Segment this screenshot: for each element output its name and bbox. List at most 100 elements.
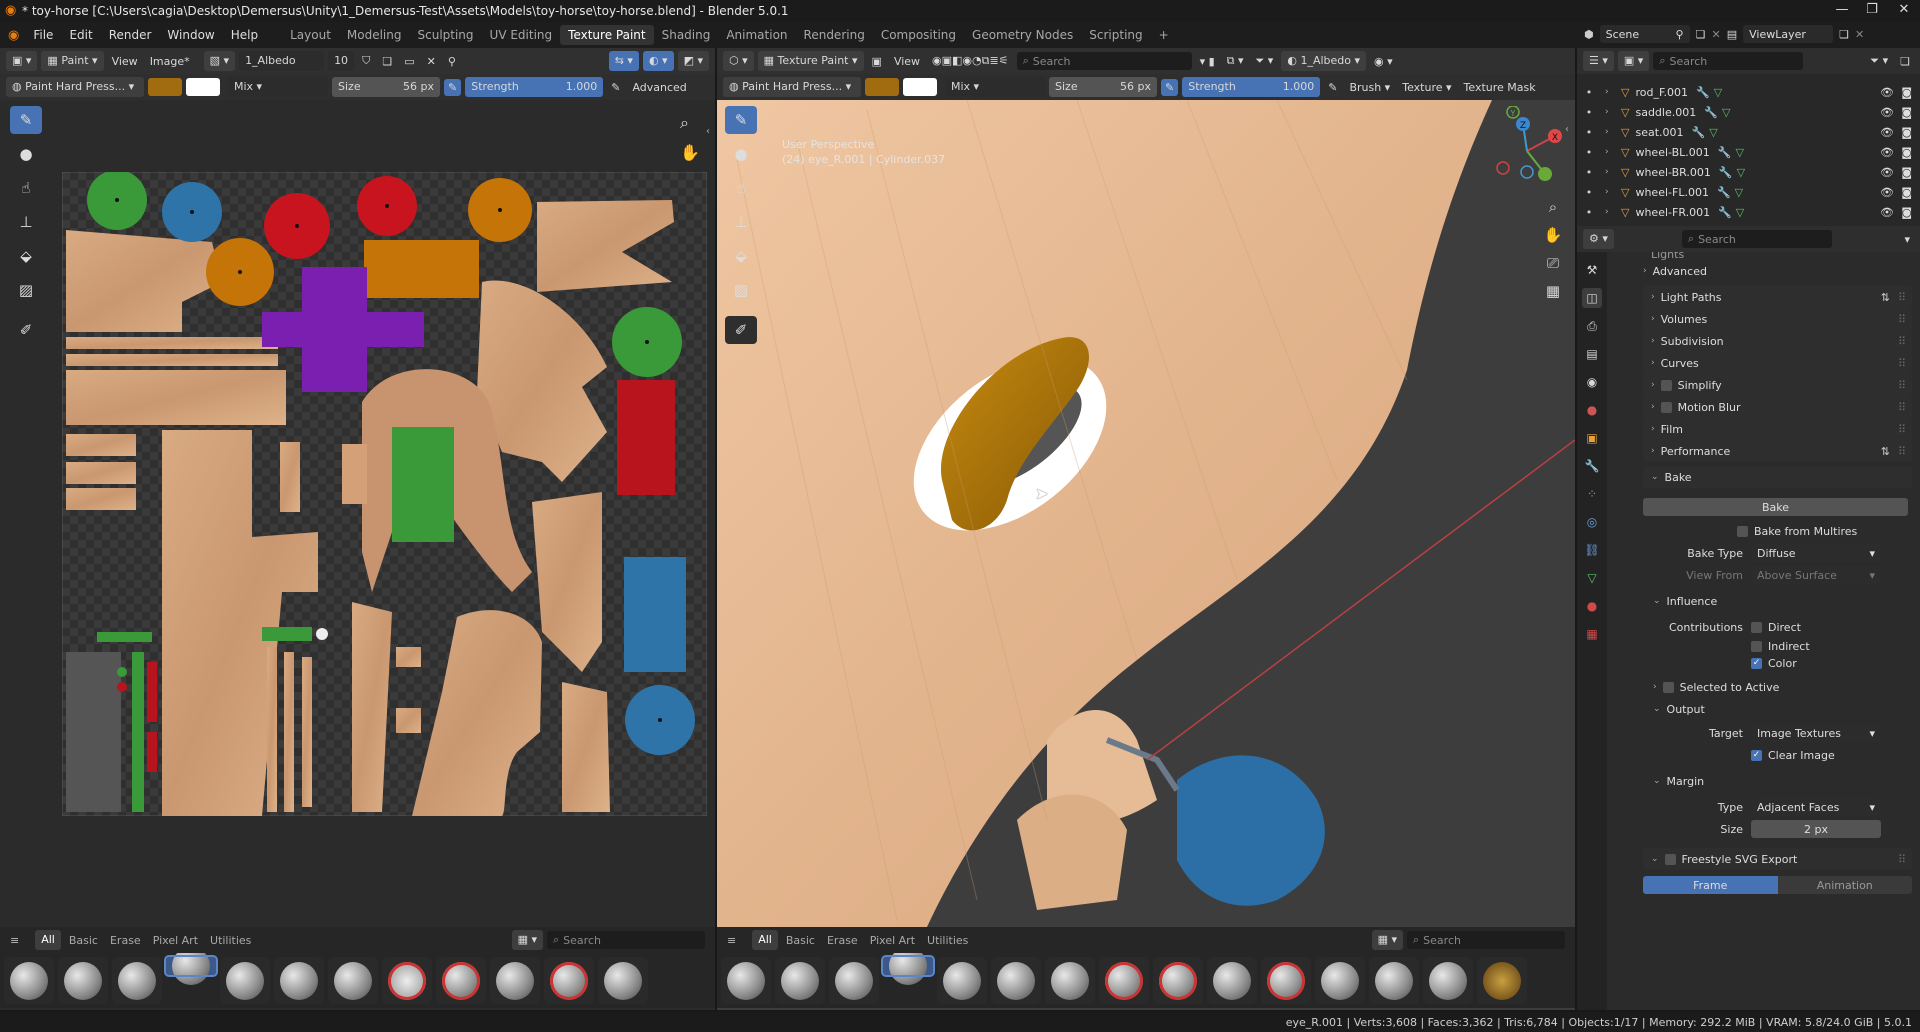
brush-tab-all[interactable]: All — [35, 930, 61, 950]
bake-panel-header[interactable]: ⌄ Bake — [1643, 466, 1912, 488]
brush-thumbnail[interactable] — [1423, 957, 1473, 1004]
asset-shelf-menu-icon[interactable]: ≡ — [10, 934, 19, 947]
fake-user-shield-icon[interactable]: ⛉ — [358, 52, 374, 70]
uv-sync-icon[interactable]: ⇆ ▾ — [608, 51, 639, 71]
brush-thumbnail[interactable] — [544, 957, 594, 1004]
duplicate-image-icon[interactable]: ❏ — [378, 53, 396, 70]
pin-icon[interactable]: ⚲ — [1676, 28, 1684, 41]
expand-chevron-icon[interactable]: › — [1605, 207, 1621, 217]
panel-header-subdivision[interactable]: › Subdivision ⠿ — [1643, 330, 1912, 352]
drag-handle-icon[interactable]: ⠿ — [1898, 853, 1906, 866]
pan-icon[interactable]: ✋ — [1539, 226, 1567, 254]
workspace-tab-animation[interactable]: Animation — [718, 25, 795, 45]
brush-thumbnail[interactable] — [436, 957, 486, 1004]
panel-header-simplify[interactable]: › Simplify ⠿ — [1643, 374, 1912, 396]
brush-thumbnail[interactable] — [598, 957, 648, 1004]
freestyle-svg-panel-header[interactable]: ⌄ Freestyle SVG Export ⠿ — [1643, 848, 1912, 870]
menu-window[interactable]: Window — [159, 28, 222, 42]
panel-header-performance[interactable]: › Performance ⇅ ⠿ — [1643, 440, 1912, 462]
camera-render-icon[interactable]: ◙ — [1901, 206, 1912, 219]
image-users-count[interactable]: 10 — [328, 51, 355, 71]
display-channels-icon[interactable]: ◩ ▾ — [677, 51, 709, 71]
camera-render-icon[interactable]: ◙ — [1901, 166, 1912, 179]
fill-tool-icon[interactable]: ⬙ — [10, 242, 42, 270]
viewport-shading-icon[interactable]: ◉ ▾ — [1370, 53, 1397, 70]
expand-chevron-icon[interactable]: › — [1605, 187, 1621, 197]
size-pressure-icon[interactable]: ✎ — [444, 78, 462, 96]
sidebar-toggle-icon[interactable]: ‹ — [706, 126, 710, 137]
drag-handle-icon[interactable]: ⠿ — [1898, 291, 1906, 304]
scene-selector[interactable]: Scene ⚲ — [1599, 25, 1690, 43]
margin-type-dropdown[interactable]: Adjacent Faces ▾ — [1751, 798, 1881, 816]
workspace-tab-uv-editing[interactable]: UV Editing — [482, 25, 561, 45]
particles-tab-icon[interactable]: ⁘ — [1582, 484, 1602, 504]
add-workspace-button[interactable]: + — [1151, 25, 1177, 45]
panel-header-volumes[interactable]: › Volumes ⠿ — [1643, 308, 1912, 330]
drag-handle-icon[interactable]: ⠿ — [1898, 313, 1906, 326]
display-mode-icon[interactable]: ▣ ▾ — [1617, 51, 1650, 71]
outliner-item[interactable]: • › ▽ wheel-BR.001 🔧 ▽ 👁 ◙ — [1577, 162, 1920, 182]
brush-tab-pixel-art[interactable]: Pixel Art — [866, 932, 919, 949]
outliner-item[interactable]: • › ▽ wheel-FR.001 🔧 ▽ 👁 ◙ — [1577, 202, 1920, 222]
viewport-sidebar-toggle-icon[interactable]: ‹ — [1565, 124, 1569, 135]
texture-menu[interactable]: Texture ▾ — [1398, 79, 1455, 96]
smear-tool-icon[interactable]: ☝ — [725, 174, 757, 202]
viewport-brush-selector[interactable]: ◍ Paint Hard Press... ▾ — [723, 77, 861, 97]
brush-thumbnail[interactable] — [1261, 957, 1311, 1004]
color-row[interactable]: ✓ Color — [1643, 654, 1912, 672]
brush-thumbnail[interactable] — [1369, 957, 1419, 1004]
visibility-dot-icon[interactable]: • — [1577, 146, 1601, 159]
brush-thumbnail[interactable] — [1099, 957, 1149, 1004]
editor-type-image-icon[interactable]: ▣ ▾ — [6, 51, 38, 71]
brush-search-input[interactable]: ⌕ Search — [547, 931, 705, 949]
brush-thumbnail[interactable] — [1045, 957, 1095, 1004]
influence-subpanel[interactable]: ⌄ Influence — [1643, 590, 1912, 612]
view-layer-selector[interactable]: ViewLayer — [1743, 25, 1834, 43]
menu-render[interactable]: Render — [101, 28, 160, 42]
soften-tool-icon[interactable]: ● — [10, 140, 42, 168]
brush-tab-erase[interactable]: Erase — [106, 932, 145, 949]
camera-icon[interactable]: ⎚ — [1539, 254, 1567, 282]
brush-menu[interactable]: Brush ▾ — [1345, 79, 1394, 96]
filter-icon[interactable]: ⏷ ▾ — [1252, 52, 1278, 70]
viewport-view-menu[interactable]: View — [890, 53, 924, 70]
drag-handle-icon[interactable]: ⠿ — [1898, 379, 1906, 392]
outliner-item[interactable]: • › ▽ rod_F.001 🔧 ▽ 👁 ◙ — [1577, 82, 1920, 102]
brush-thumbnail[interactable] — [1207, 957, 1257, 1004]
display-filter-icon[interactable]: ⧉ ▾ — [1223, 52, 1248, 70]
brush-thumbnail[interactable] — [775, 957, 825, 1004]
viewport-scene[interactable] — [717, 100, 1575, 927]
bake-button[interactable]: Bake — [1643, 498, 1908, 516]
navigation-gizmo[interactable]: X Z Y — [1487, 106, 1567, 196]
brush-thumbnail[interactable] — [382, 957, 432, 1004]
target-dropdown[interactable]: Image Textures ▾ — [1751, 724, 1881, 742]
brush-thumbnail-selected[interactable] — [881, 953, 935, 985]
brush-thumbnail[interactable] — [1477, 957, 1527, 1004]
workspace-tab-layout[interactable]: Layout — [282, 25, 339, 45]
presets-icon[interactable]: ⇅ — [1881, 445, 1890, 458]
workspace-tab-texture-paint[interactable]: Texture Paint — [560, 25, 654, 45]
pan-view-icon[interactable]: ✋ — [680, 143, 700, 162]
mask-toggle-icon[interactable]: ▣ — [868, 53, 886, 70]
overlays-icon[interactable]: ◐ ▾ — [642, 51, 674, 71]
zoom-view-icon[interactable]: ⌕ — [680, 113, 689, 133]
fill-tool-icon[interactable]: ⬙ — [725, 242, 757, 270]
indirect-row[interactable]: Indirect — [1643, 638, 1912, 654]
secondary-color-swatch[interactable] — [903, 78, 937, 96]
display-options-icon[interactable]: ▦ ▾ — [1371, 930, 1403, 950]
drag-handle-icon[interactable]: ⠿ — [1898, 357, 1906, 370]
brush-tab-all[interactable]: All — [752, 930, 778, 950]
image-name-field[interactable]: 1_Albedo — [239, 51, 325, 71]
brush-thumbnail[interactable] — [991, 957, 1041, 1004]
brush-size-field[interactable]: Size 56 px — [1049, 77, 1157, 97]
eye-icon[interactable]: 👁 — [1880, 206, 1894, 219]
brush-search-input[interactable]: ⌕ Search — [1407, 931, 1565, 949]
brush-tab-basic[interactable]: Basic — [782, 932, 819, 949]
texture-mask-menu[interactable]: Texture Mask — [1460, 79, 1540, 96]
minimize-icon[interactable]: — — [1827, 2, 1857, 17]
pin-image-icon[interactable]: ⚲ — [444, 53, 460, 70]
visibility-dot-icon[interactable]: • — [1577, 206, 1601, 219]
image-menu[interactable]: Image* — [146, 53, 194, 70]
eye-icon[interactable]: 👁 — [1880, 86, 1894, 99]
draw-tool-icon[interactable]: ✎ — [10, 106, 42, 134]
